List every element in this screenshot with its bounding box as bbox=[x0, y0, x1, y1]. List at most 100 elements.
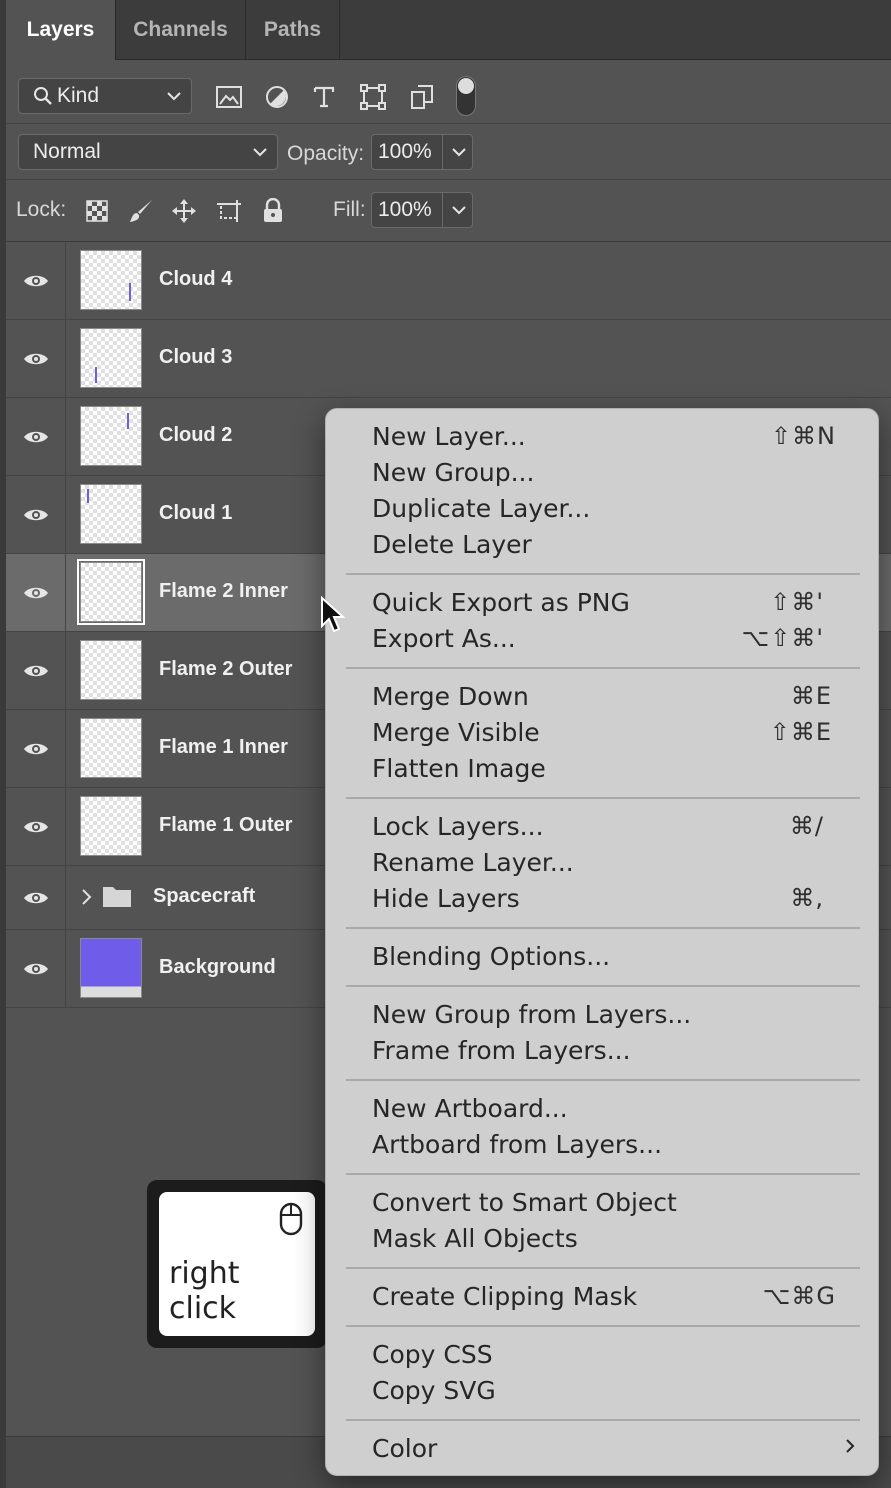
tab-channels[interactable]: Channels bbox=[116, 0, 246, 60]
image-filter-icon[interactable] bbox=[214, 82, 244, 112]
menu-separator bbox=[346, 1173, 860, 1175]
layer-row[interactable]: Cloud 3 bbox=[6, 320, 891, 398]
menu-item-label: Rename Layer... bbox=[372, 847, 574, 877]
lock-artboard-icon[interactable] bbox=[214, 196, 244, 226]
visibility-toggle[interactable] bbox=[6, 476, 66, 553]
filter-row: Kind bbox=[6, 60, 891, 124]
menu-item-artboard-from-layers[interactable]: Artboard from Layers... bbox=[372, 1126, 878, 1162]
visibility-toggle[interactable] bbox=[6, 632, 66, 709]
mouse-cursor-icon bbox=[321, 596, 346, 633]
visibility-toggle[interactable] bbox=[6, 398, 66, 475]
menu-item-new-layer[interactable]: New Layer... ⇧⌘N bbox=[372, 418, 878, 454]
blend-mode-value: Normal bbox=[33, 140, 101, 163]
kind-filter-label: Kind bbox=[57, 84, 100, 107]
menu-item-lock-layers[interactable]: Lock Layers... ⌘/ bbox=[372, 808, 878, 844]
smart-object-filter-icon[interactable] bbox=[407, 82, 437, 112]
eye-icon bbox=[23, 431, 48, 442]
menu-item-shortcut: ⇧⌘N bbox=[770, 422, 836, 450]
menu-item-label: Create Clipping Mask bbox=[372, 1281, 638, 1311]
menu-item-export-as[interactable]: Export As... ⌥⇧⌘' bbox=[372, 620, 878, 656]
thumbnail-content bbox=[127, 413, 129, 429]
menu-item-hide-layers[interactable]: Hide Layers ⌘, bbox=[372, 880, 878, 916]
tab-paths[interactable]: Paths bbox=[246, 0, 340, 60]
kind-filter-select[interactable]: Kind bbox=[18, 78, 192, 114]
layer-row[interactable]: Cloud 4 bbox=[6, 242, 891, 320]
menu-item-color[interactable]: Color bbox=[372, 1430, 878, 1466]
menu-item-shortcut: ⇧⌘E bbox=[769, 718, 832, 746]
menu-separator bbox=[346, 797, 860, 799]
chevron-down-icon[interactable] bbox=[450, 143, 468, 161]
fill-field[interactable]: 100% bbox=[371, 192, 473, 228]
visibility-toggle[interactable] bbox=[6, 866, 66, 929]
menu-item-copy-css[interactable]: Copy CSS bbox=[372, 1336, 878, 1372]
menu-item-frame-from-layers[interactable]: Frame from Layers... bbox=[372, 1032, 878, 1068]
visibility-toggle[interactable] bbox=[6, 788, 66, 865]
tab-layers[interactable]: Layers bbox=[6, 0, 116, 60]
menu-item-label: Copy SVG bbox=[372, 1375, 496, 1405]
lock-transparent-icon[interactable] bbox=[82, 196, 112, 226]
menu-item-new-artboard[interactable]: New Artboard... bbox=[372, 1090, 878, 1126]
menu-separator bbox=[346, 1267, 860, 1269]
lock-all-icon[interactable] bbox=[258, 196, 288, 226]
menu-item-duplicate-layer[interactable]: Duplicate Layer... bbox=[372, 490, 878, 526]
layer-thumbnail bbox=[80, 938, 142, 998]
thumbnail-content bbox=[87, 489, 89, 503]
menu-item-flatten-image[interactable]: Flatten Image bbox=[372, 750, 878, 786]
menu-item-label: Merge Down bbox=[372, 681, 529, 711]
menu-item-shortcut: ⌘E bbox=[790, 682, 832, 710]
opacity-field[interactable]: 100% bbox=[371, 134, 473, 170]
menu-item-rename-layer[interactable]: Rename Layer... bbox=[372, 844, 878, 880]
type-filter-icon[interactable] bbox=[309, 82, 339, 112]
lock-paint-icon[interactable] bbox=[126, 196, 156, 226]
menu-item-label: Copy CSS bbox=[372, 1339, 493, 1369]
chevron-down-icon[interactable] bbox=[450, 201, 468, 219]
badge-card: right click bbox=[159, 1192, 315, 1336]
menu-item-label: New Artboard... bbox=[372, 1093, 568, 1123]
visibility-toggle[interactable] bbox=[6, 930, 66, 1007]
menu-item-blending-options[interactable]: Blending Options... bbox=[372, 938, 878, 974]
visibility-toggle[interactable] bbox=[6, 710, 66, 787]
shape-filter-icon[interactable] bbox=[358, 82, 388, 112]
layer-thumbnail bbox=[80, 406, 142, 466]
panel-tabbar: Layers Channels Paths bbox=[6, 0, 891, 60]
visibility-toggle[interactable] bbox=[6, 320, 66, 397]
lock-position-icon[interactable] bbox=[169, 196, 199, 226]
layer-name: Flame 1 Inner bbox=[159, 736, 288, 758]
filter-toggle-switch[interactable] bbox=[456, 76, 476, 116]
chevron-down-icon bbox=[253, 148, 267, 157]
menu-item-label: Artboard from Layers... bbox=[372, 1129, 663, 1159]
menu-item-label: Export As... bbox=[372, 623, 516, 653]
menu-item-label: Delete Layer bbox=[372, 529, 532, 559]
menu-item-delete-layer[interactable]: Delete Layer bbox=[372, 526, 878, 562]
visibility-toggle[interactable] bbox=[6, 242, 66, 319]
thumbnail-content bbox=[129, 283, 131, 301]
eye-icon bbox=[23, 743, 48, 754]
adjustment-filter-icon[interactable] bbox=[262, 82, 292, 112]
blend-mode-select[interactable]: Normal bbox=[18, 134, 278, 170]
badge-label: right click bbox=[169, 1256, 240, 1326]
menu-item-convert-smart-object[interactable]: Convert to Smart Object bbox=[372, 1184, 878, 1220]
menu-item-new-group-from-layers[interactable]: New Group from Layers... bbox=[372, 996, 878, 1032]
menu-item-merge-down[interactable]: Merge Down ⌘E bbox=[372, 678, 878, 714]
menu-separator bbox=[346, 667, 860, 669]
menu-item-label: Duplicate Layer... bbox=[372, 493, 591, 523]
menu-item-label: Lock Layers... bbox=[372, 811, 544, 841]
layer-name: Cloud 3 bbox=[159, 346, 233, 368]
menu-item-quick-export[interactable]: Quick Export as PNG ⇧⌘' bbox=[372, 584, 878, 620]
eye-icon bbox=[23, 821, 48, 832]
menu-item-label: Mask All Objects bbox=[372, 1223, 578, 1253]
menu-separator bbox=[346, 985, 860, 987]
menu-item-shortcut: ⇧⌘' bbox=[770, 588, 824, 616]
menu-item-merge-visible[interactable]: Merge Visible ⇧⌘E bbox=[372, 714, 878, 750]
menu-item-mask-all-objects[interactable]: Mask All Objects bbox=[372, 1220, 878, 1256]
visibility-toggle[interactable] bbox=[6, 554, 66, 631]
chevron-right-icon[interactable] bbox=[80, 888, 92, 906]
eye-icon bbox=[23, 963, 48, 974]
menu-item-create-clipping-mask[interactable]: Create Clipping Mask ⌥⌘G bbox=[372, 1278, 878, 1314]
menu-item-copy-svg[interactable]: Copy SVG bbox=[372, 1372, 878, 1408]
menu-item-shortcut: ⌘, bbox=[790, 884, 824, 912]
toggle-knob bbox=[458, 78, 474, 94]
menu-item-new-group[interactable]: New Group... bbox=[372, 454, 878, 490]
lock-label: Lock: bbox=[16, 198, 67, 221]
layer-thumbnail bbox=[80, 328, 142, 388]
